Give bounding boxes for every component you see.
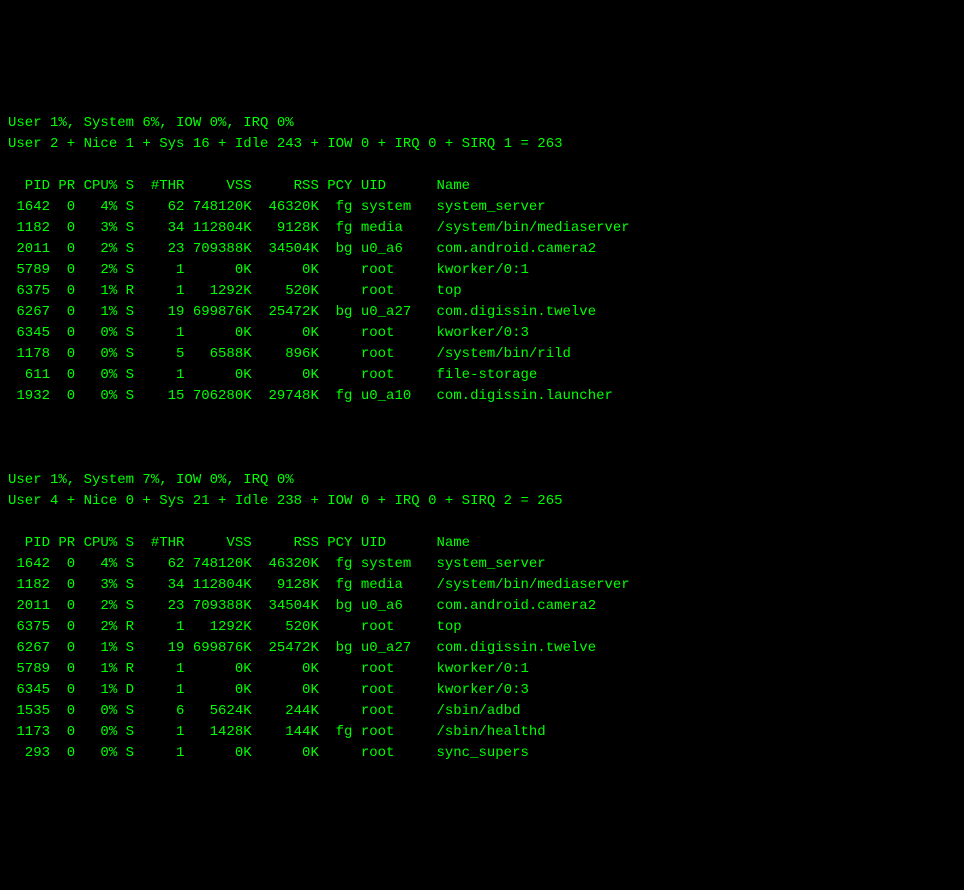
process-row: 5789 0 2% S 1 0K 0K root kworker/0:1 (8, 260, 956, 281)
process-row: 1642 0 4% S 62 748120K 46320K fg system … (8, 197, 956, 218)
process-row: 2011 0 2% S 23 709388K 34504K bg u0_a6 c… (8, 239, 956, 260)
process-row: 6267 0 1% S 19 699876K 25472K bg u0_a27 … (8, 302, 956, 323)
process-row: 1535 0 0% S 6 5624K 244K root /sbin/adbd (8, 701, 956, 722)
cpu-summary-percent: User 1%, System 7%, IOW 0%, IRQ 0% (8, 470, 956, 491)
blank-line (8, 407, 956, 428)
cpu-summary-counts: User 4 + Nice 0 + Sys 21 + Idle 238 + IO… (8, 491, 956, 512)
process-row: 1173 0 0% S 1 1428K 144K fg root /sbin/h… (8, 722, 956, 743)
process-row: 1642 0 4% S 62 748120K 46320K fg system … (8, 554, 956, 575)
blank-line (8, 764, 956, 785)
blank-line (8, 449, 956, 470)
blank-line (8, 512, 956, 533)
process-row: 6345 0 0% S 1 0K 0K root kworker/0:3 (8, 323, 956, 344)
process-header: PID PR CPU% S #THR VSS RSS PCY UID Name (8, 533, 956, 554)
process-row: 611 0 0% S 1 0K 0K root file-storage (8, 365, 956, 386)
process-row: 6375 0 2% R 1 1292K 520K root top (8, 617, 956, 638)
process-row: 2011 0 2% S 23 709388K 34504K bg u0_a6 c… (8, 596, 956, 617)
process-row: 293 0 0% S 1 0K 0K root sync_supers (8, 743, 956, 764)
blank-line (8, 155, 956, 176)
process-row: 1182 0 3% S 34 112804K 9128K fg media /s… (8, 575, 956, 596)
process-row: 6345 0 1% D 1 0K 0K root kworker/0:3 (8, 680, 956, 701)
cpu-summary-counts: User 2 + Nice 1 + Sys 16 + Idle 243 + IO… (8, 134, 956, 155)
blank-line (8, 92, 956, 113)
cpu-summary-percent: User 1%, System 6%, IOW 0%, IRQ 0% (8, 113, 956, 134)
blank-line (8, 428, 956, 449)
process-row: 1178 0 0% S 5 6588K 896K root /system/bi… (8, 344, 956, 365)
process-row: 1932 0 0% S 15 706280K 29748K fg u0_a10 … (8, 386, 956, 407)
process-row: 5789 0 1% R 1 0K 0K root kworker/0:1 (8, 659, 956, 680)
process-row: 6375 0 1% R 1 1292K 520K root top (8, 281, 956, 302)
terminal-output: User 1%, System 6%, IOW 0%, IRQ 0%User 2… (8, 92, 956, 785)
process-header: PID PR CPU% S #THR VSS RSS PCY UID Name (8, 176, 956, 197)
process-row: 1182 0 3% S 34 112804K 9128K fg media /s… (8, 218, 956, 239)
process-row: 6267 0 1% S 19 699876K 25472K bg u0_a27 … (8, 638, 956, 659)
